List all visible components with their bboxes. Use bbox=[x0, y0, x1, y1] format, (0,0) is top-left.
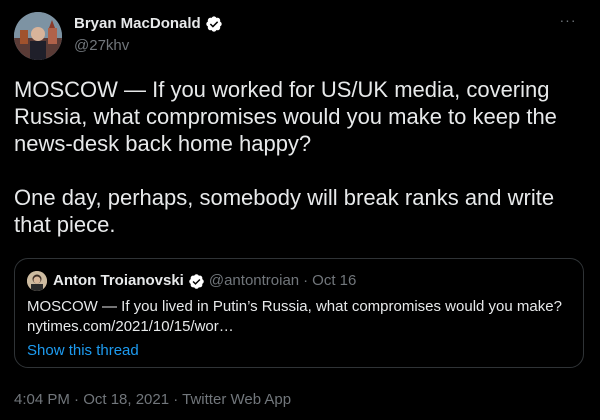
quoted-author-avatar bbox=[27, 271, 47, 291]
quoted-author-name: Anton Troianovski bbox=[53, 272, 184, 289]
quoted-tweet-header: Anton Troianovski @antontroian · Oct 16 bbox=[27, 271, 356, 291]
quoted-separator: · bbox=[303, 272, 309, 289]
tweet-header: Bryan MacDonald @27khv ··· bbox=[14, 12, 586, 62]
author-handle[interactable]: @27khv bbox=[74, 36, 223, 56]
verified-badge-icon bbox=[205, 15, 223, 33]
quoted-date: Oct 16 bbox=[312, 272, 357, 289]
author-avatar[interactable] bbox=[14, 12, 62, 60]
profile-photo-icon bbox=[14, 12, 62, 60]
author-info: Bryan MacDonald @27khv bbox=[74, 14, 223, 56]
author-name-row[interactable]: Bryan MacDonald bbox=[74, 14, 223, 34]
quoted-author-handle: @antontroian bbox=[208, 272, 300, 289]
quoted-verified-badge-icon bbox=[188, 273, 205, 290]
tweet-timestamp[interactable]: 4:04 PM · Oct 18, 2021 · Twitter Web App bbox=[14, 390, 291, 410]
tweet-text: MOSCOW — If you worked for US/UK media, … bbox=[14, 77, 557, 237]
ellipsis-icon[interactable]: ··· bbox=[556, 12, 580, 32]
quoted-tweet-text: MOSCOW — If you lived in Putin’s Russia,… bbox=[27, 298, 562, 335]
quoted-tweet[interactable]: Anton Troianovski @antontroian · Oct 16 … bbox=[14, 258, 584, 368]
tweet-card: Bryan MacDonald @27khv ··· MOSCOW — If y… bbox=[0, 0, 600, 420]
author-name[interactable]: Bryan MacDonald bbox=[74, 14, 201, 34]
show-thread-link[interactable]: Show this thread bbox=[27, 341, 139, 361]
